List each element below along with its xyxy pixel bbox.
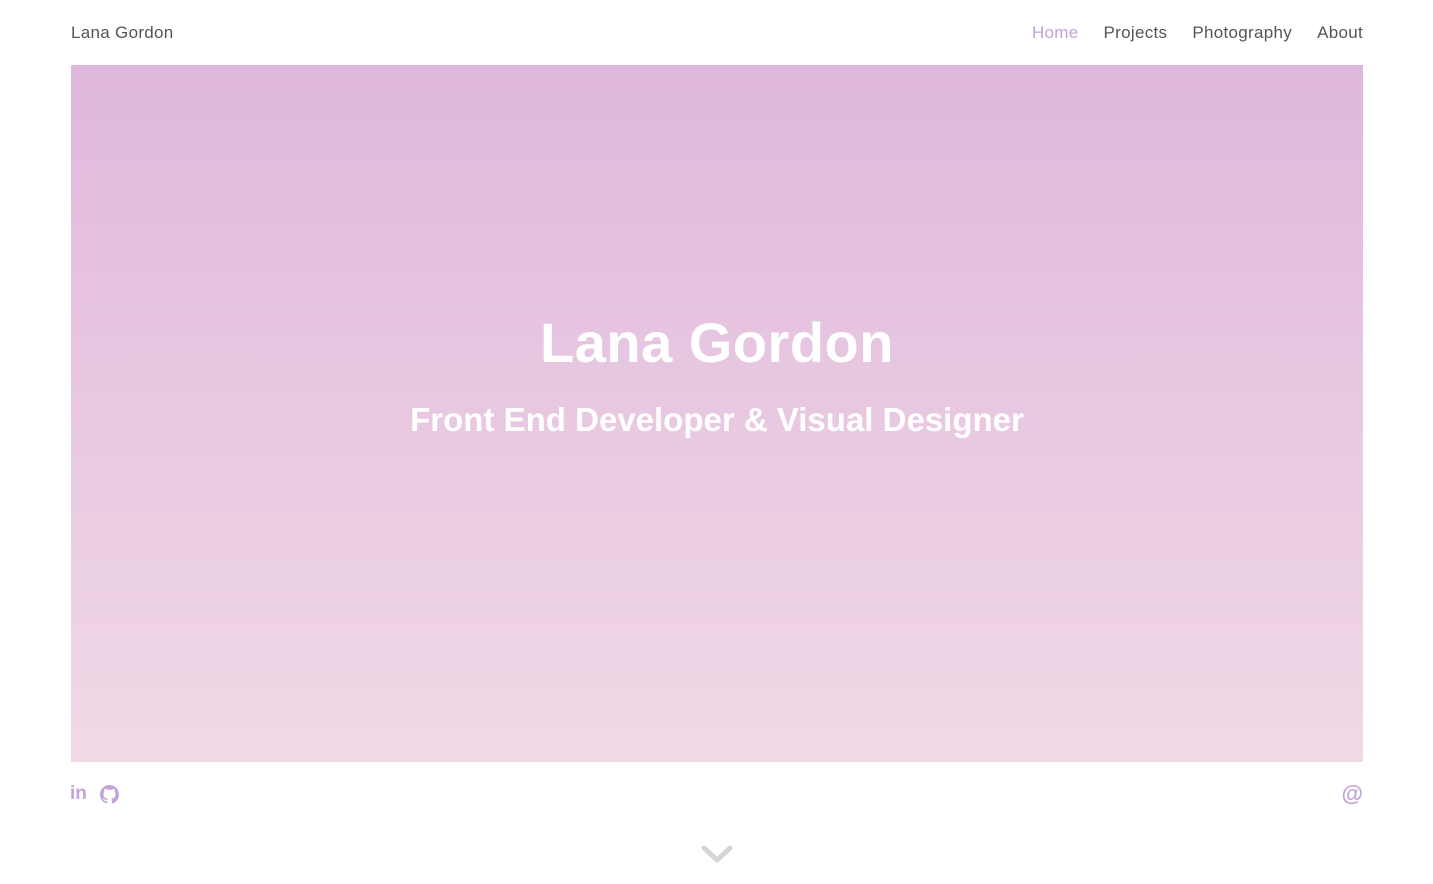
- chevron-down-icon: [701, 845, 733, 863]
- nav-projects[interactable]: Projects: [1104, 23, 1168, 43]
- github-link[interactable]: [99, 783, 119, 805]
- page: Lana Gordon Home Projects Photography Ab…: [0, 0, 1433, 884]
- scroll-down-button[interactable]: [700, 840, 734, 868]
- linkedin-icon: in: [70, 783, 87, 804]
- github-icon: [99, 784, 119, 804]
- nav-photography[interactable]: Photography: [1192, 23, 1292, 43]
- nav-home[interactable]: Home: [1032, 23, 1079, 43]
- email-link[interactable]: @: [1342, 783, 1363, 805]
- email-at-icon: @: [1341, 781, 1363, 806]
- hero-banner: Lana Gordon Front End Developer & Visual…: [71, 65, 1363, 762]
- contact-links: @: [1342, 783, 1363, 806]
- linkedin-link[interactable]: in: [70, 783, 87, 805]
- social-links: in: [70, 783, 119, 805]
- site-header: Lana Gordon Home Projects Photography Ab…: [71, 0, 1363, 65]
- main-nav: Home Projects Photography About: [1032, 23, 1363, 43]
- hero-title: Lana Gordon: [540, 310, 894, 374]
- brand-link[interactable]: Lana Gordon: [71, 23, 174, 43]
- nav-about[interactable]: About: [1317, 23, 1363, 43]
- hero-subtitle: Front End Developer & Visual Designer: [410, 400, 1024, 438]
